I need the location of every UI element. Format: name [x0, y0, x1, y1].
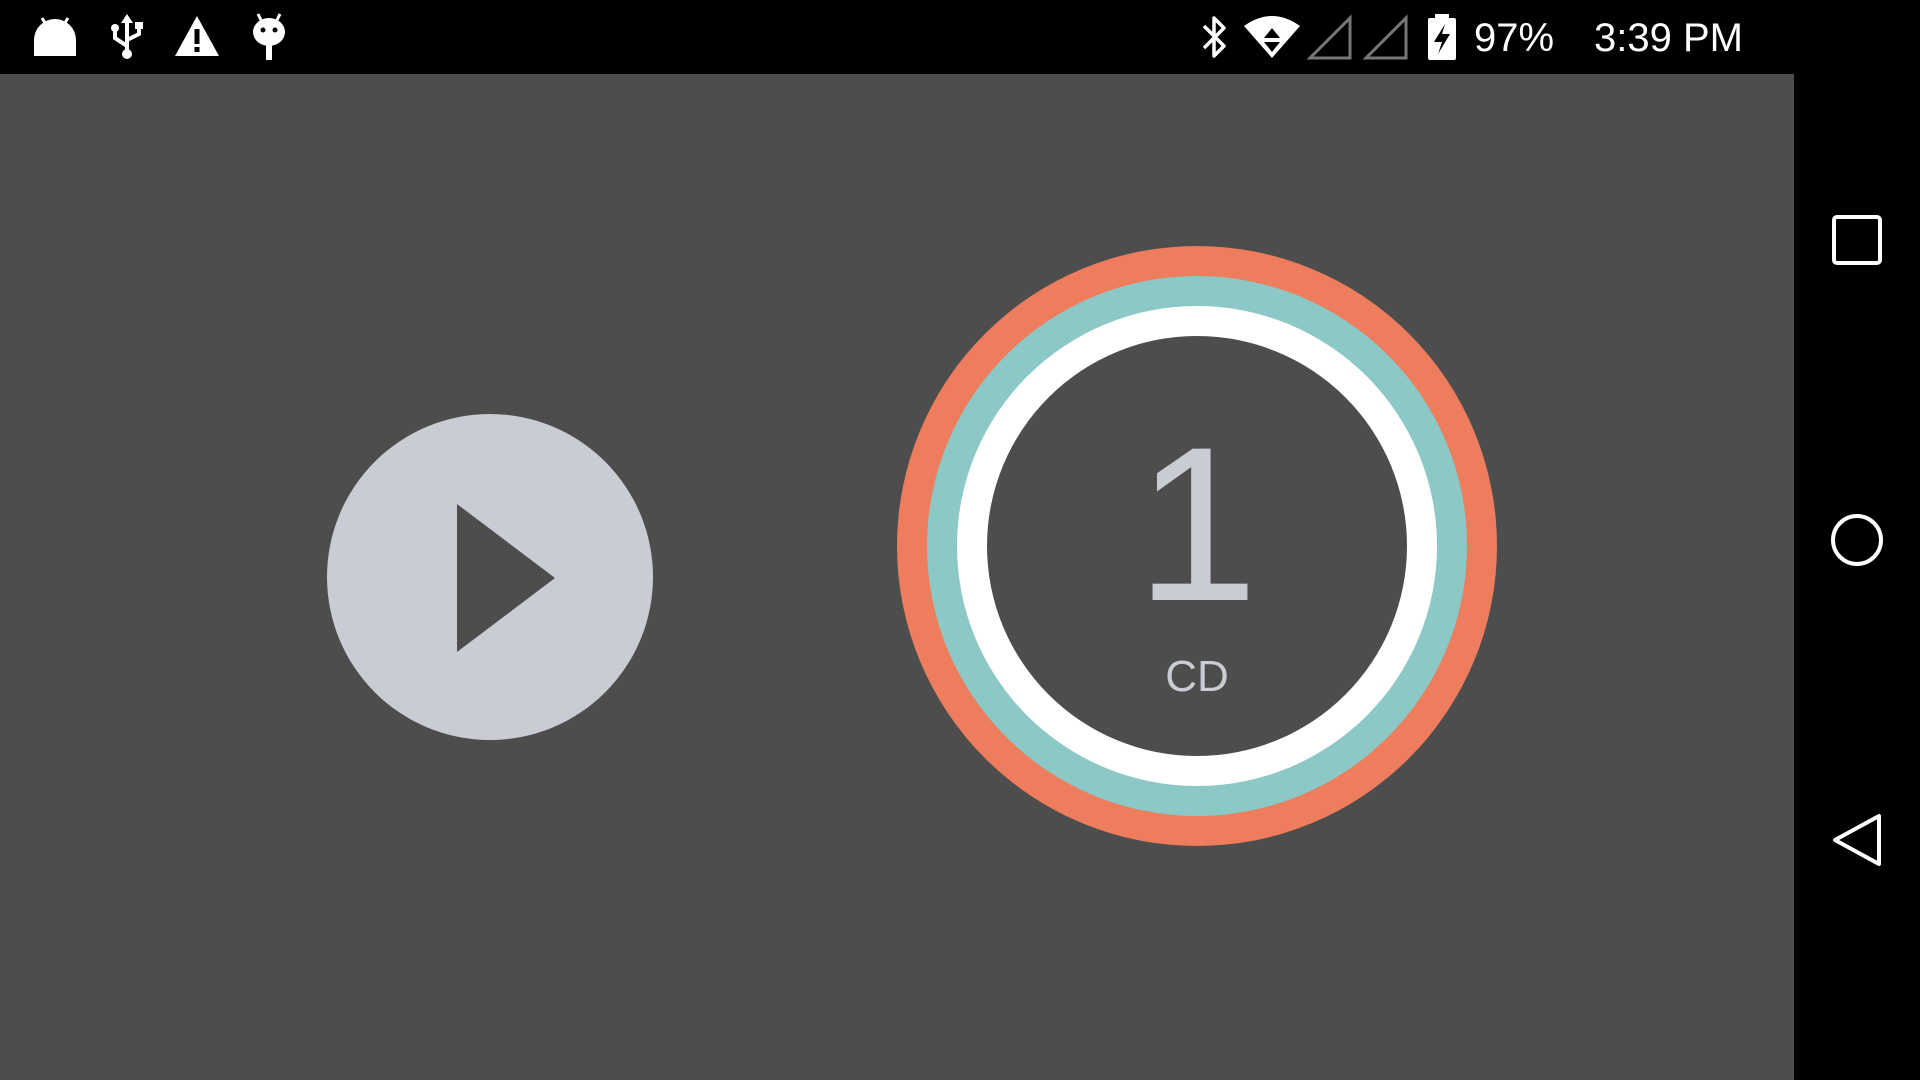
clock: 3:39 PM	[1594, 16, 1743, 60]
back-icon	[1833, 814, 1881, 866]
warning-icon	[172, 12, 222, 62]
debug-icon	[244, 12, 294, 62]
navigation-bar	[1794, 0, 1920, 1080]
home-button[interactable]	[1827, 510, 1887, 570]
recents-icon	[1832, 215, 1882, 265]
home-icon	[1831, 514, 1883, 566]
android-screen: 97% 3:39 PM 1 CD	[0, 0, 1920, 1080]
system-status: 97% 3:39 PM	[1190, 10, 1770, 64]
countdown-timer[interactable]: 1 CD	[897, 246, 1497, 846]
back-button[interactable]	[1827, 810, 1887, 870]
timer-unit-label: CD	[1165, 652, 1229, 701]
signal-icon	[1306, 12, 1354, 62]
usb-icon	[102, 12, 152, 62]
play-button[interactable]	[327, 414, 653, 740]
signal-icon	[1362, 12, 1410, 62]
app-content: 1 CD	[0, 74, 1794, 1080]
battery-percent: 97%	[1474, 16, 1555, 60]
battery-charging-icon	[1424, 12, 1460, 62]
android-icon	[30, 12, 80, 62]
bluetooth-icon	[1190, 12, 1238, 62]
status-bar: 97% 3:39 PM	[0, 0, 1794, 74]
timer-value: 1	[1135, 401, 1259, 647]
wifi-icon	[1242, 12, 1302, 62]
recents-button[interactable]	[1827, 210, 1887, 270]
play-icon	[457, 504, 555, 652]
